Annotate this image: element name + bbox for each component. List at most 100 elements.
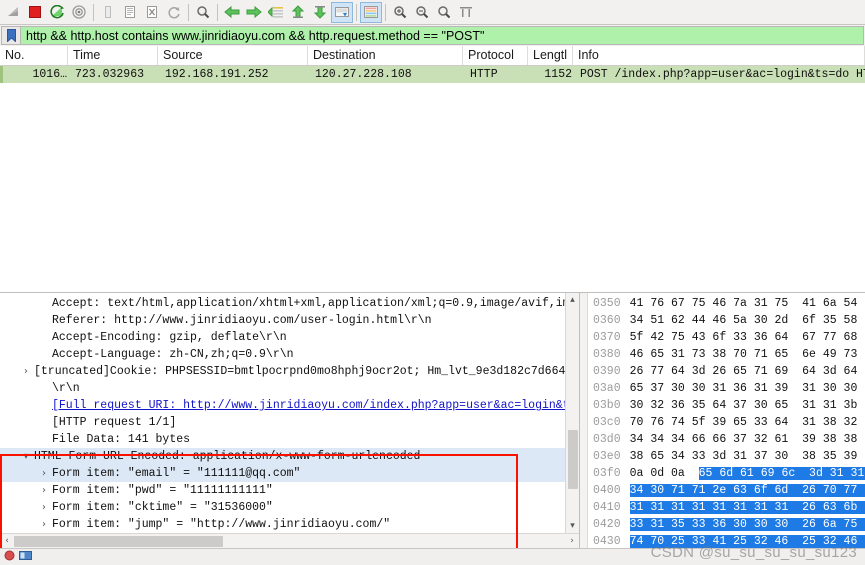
packet-bytes-pane[interactable]: 0350 41 76 67 75 46 7a 31 75 41 6a 54 37 … — [579, 293, 865, 548]
hex-row[interactable]: 0430 74 70 25 33 41 25 32 46 25 32 46 77 … — [588, 533, 865, 548]
hex-row[interactable]: 0370 5f 42 75 43 6f 33 36 64 67 77 68 33 … — [588, 329, 865, 346]
scroll-up-arrow-icon[interactable]: ▴ — [566, 293, 579, 307]
detail-scroll-thumb[interactable] — [568, 429, 578, 490]
detail-line[interactable]: [HTTP request 1/1] — [0, 414, 565, 431]
column-header-no[interactable]: No. — [0, 46, 68, 65]
find-packet-icon[interactable] — [192, 2, 214, 23]
detail-line[interactable]: [Full request URI: http://www.jinridiaoy… — [0, 397, 565, 414]
go-to-packet-icon[interactable] — [265, 2, 287, 23]
colorize-icon[interactable] — [360, 1, 382, 23]
hex-bytes: 70 76 74 5f 39 65 33 64 31 38 32 63 37 — [629, 416, 865, 429]
column-header-protocol[interactable]: Protocol — [463, 46, 528, 65]
hex-row[interactable]: 03a0 65 37 30 30 31 36 31 39 31 30 30 30 … — [588, 380, 865, 397]
file-status-icon[interactable] — [19, 550, 32, 564]
detail-scroll-track[interactable] — [566, 307, 579, 519]
detail-horizontal-scrollbar[interactable]: ‹ › — [0, 533, 579, 548]
zoom-in-icon[interactable] — [389, 2, 411, 23]
detail-line-text: \r\n — [52, 382, 80, 395]
hex-row[interactable]: 0380 46 65 31 73 38 70 71 65 6e 49 73 34 … — [588, 346, 865, 363]
bookmark-icon[interactable] — [1, 26, 20, 45]
packet-detail-tree[interactable]: Accept: text/html,application/xhtml+xml,… — [0, 293, 565, 533]
packet-list[interactable]: No. Time Source Destination Protocol Len… — [0, 46, 865, 293]
table-row[interactable]: 1016… 723.032963 192.168.191.252 120.27.… — [0, 66, 865, 83]
hex-row[interactable]: 03c0 70 76 74 5f 39 65 33 64 31 38 32 63 … — [588, 414, 865, 431]
detail-hscroll-thumb[interactable] — [14, 536, 224, 547]
stop-capture-icon[interactable] — [24, 2, 46, 23]
detail-line[interactable]: › Form item: "pwd" = "11111111111" — [0, 482, 565, 499]
detail-hscroll-track[interactable] — [14, 534, 565, 548]
zoom-out-icon[interactable] — [411, 2, 433, 23]
zoom-reset-icon[interactable] — [433, 2, 455, 23]
restart-capture-icon[interactable] — [46, 2, 68, 23]
cell-no: 1016… — [32, 68, 67, 81]
detail-line[interactable]: › [truncated]Cookie: PHPSESSID=bmtlpocrpn… — [0, 363, 565, 380]
hex-row[interactable]: 03f0 0a 0d 0a 65 6d 61 69 6c 3d 31 31 31 … — [588, 465, 865, 482]
detail-line-text: Accept-Encoding: gzip, deflate\r\n — [52, 331, 287, 344]
open-file-icon[interactable] — [97, 2, 119, 23]
column-header-info[interactable]: Info — [573, 46, 865, 65]
scroll-right-arrow-icon[interactable]: › — [565, 536, 579, 546]
chevron-right-icon[interactable]: › — [36, 516, 52, 533]
detail-line[interactable]: File Data: 141 bytes — [0, 431, 565, 448]
scroll-down-arrow-icon[interactable]: ▾ — [566, 519, 579, 533]
resize-columns-icon[interactable] — [455, 2, 477, 23]
chevron-right-icon[interactable]: › — [18, 363, 34, 380]
detail-line[interactable]: Referer: http://www.jinridiaoyu.com/user… — [0, 312, 565, 329]
detail-line[interactable]: Accept: text/html,application/xhtml+xml,… — [0, 295, 565, 312]
hex-row[interactable]: 0360 34 51 62 44 46 5a 30 2d 6f 35 58 67 … — [588, 312, 865, 329]
detail-line-text: Form item: "pwd" = "11111111111" — [52, 484, 273, 497]
hex-offset: 03f0 — [593, 467, 621, 480]
column-header-length[interactable]: Lengtl — [528, 46, 573, 65]
hex-bytes: 65 37 30 30 31 36 31 39 31 30 30 30 30 — [629, 382, 865, 395]
chevron-right-icon[interactable]: › — [36, 465, 52, 482]
go-back-icon[interactable] — [221, 2, 243, 23]
hex-row[interactable]: 03b0 30 32 36 35 64 37 30 65 31 31 3b 20 … — [588, 397, 865, 414]
hex-row[interactable]: 0410 31 31 31 31 31 31 31 31 26 63 6b 74 … — [588, 499, 865, 516]
auto-scroll-icon[interactable] — [331, 1, 353, 23]
cell-destination: 120.27.228.108 — [315, 68, 412, 81]
go-forward-icon[interactable] — [243, 2, 265, 23]
detail-line[interactable]: Accept-Language: zh-CN,zh;q=0.9\r\n — [0, 346, 565, 363]
hex-row[interactable]: 0400 34 30 71 71 2e 63 6f 6d 26 70 77 64 … — [588, 482, 865, 499]
cell-time: 723.032963 — [75, 68, 145, 81]
chevron-right-icon[interactable]: › — [36, 482, 52, 499]
hex-row[interactable]: 03e0 38 65 34 33 3d 31 37 30 38 35 39 32 … — [588, 448, 865, 465]
start-capture-icon[interactable] — [2, 2, 24, 23]
detail-line[interactable]: Accept-Encoding: gzip, deflate\r\n — [0, 329, 565, 346]
chevron-right-icon[interactable]: › — [36, 499, 52, 516]
detail-line[interactable]: › Form item: "email" = "111111@qq.com" — [0, 465, 565, 482]
detail-line[interactable]: › Form item: "cktime" = "31536000" — [0, 499, 565, 516]
detail-vertical-scrollbar[interactable]: ▴ ▾ — [565, 293, 579, 533]
hex-row[interactable]: 0420 33 31 35 33 36 30 30 30 26 6a 75 6d … — [588, 516, 865, 533]
detail-line[interactable]: ▾ HTML Form URL Encoded: application/x-ww… — [0, 448, 565, 465]
save-file-icon[interactable] — [119, 2, 141, 23]
go-to-first-icon[interactable] — [287, 2, 309, 23]
detail-scroll-wrapper: Accept: text/html,application/xhtml+xml,… — [0, 293, 579, 533]
hex-bytes: 34 51 62 44 46 5a 30 2d 6f 35 58 67 67 — [629, 314, 865, 327]
display-filter-input[interactable]: http && http.host contains www.jinridiao… — [20, 26, 864, 45]
capture-status-icon[interactable] — [4, 550, 15, 564]
scroll-left-arrow-icon[interactable]: ‹ — [0, 536, 14, 546]
hex-row[interactable]: 0390 26 77 64 3d 26 65 71 69 64 3d 64 33 … — [588, 363, 865, 380]
detail-line-text: Accept-Language: zh-CN,zh;q=0.9\r\n — [52, 348, 294, 361]
detail-line-text: [truncated]Cookie: PHPSESSID=bmtlpocrpnd… — [34, 365, 565, 378]
detail-line[interactable]: › Form item: "jump" = "http://www.jinridi… — [0, 516, 565, 533]
reload-file-icon[interactable] — [163, 2, 185, 23]
packet-detail-pane[interactable]: Accept: text/html,application/xhtml+xml,… — [0, 293, 579, 548]
column-header-time[interactable]: Time — [68, 46, 158, 65]
close-file-icon[interactable] — [141, 2, 163, 23]
column-header-source[interactable]: Source — [158, 46, 308, 65]
detail-line[interactable]: \r\n — [0, 380, 565, 397]
go-to-last-icon[interactable] — [309, 2, 331, 23]
hex-bytes: 34 30 71 71 2e 63 6f 6d 26 70 77 64 3d — [629, 482, 865, 499]
chevron-down-icon[interactable]: ▾ — [18, 448, 34, 465]
capture-options-icon[interactable] — [68, 2, 90, 23]
hex-dump[interactable]: 0350 41 76 67 75 46 7a 31 75 41 6a 54 37 … — [588, 293, 865, 548]
toolbar-separator — [356, 3, 357, 21]
hex-row[interactable]: 03d0 34 34 34 66 66 37 32 61 39 38 38 39 … — [588, 431, 865, 448]
hex-row[interactable]: 0350 41 76 67 75 46 7a 31 75 41 6a 54 37 … — [588, 295, 865, 312]
hex-bytes: 34 34 34 66 66 37 32 61 39 38 38 39 66 — [629, 433, 865, 446]
hex-offset: 03a0 — [593, 382, 621, 395]
column-header-destination[interactable]: Destination — [308, 46, 463, 65]
hex-bytes: 5f 42 75 43 6f 33 36 64 67 77 68 33 72 — [629, 331, 865, 344]
